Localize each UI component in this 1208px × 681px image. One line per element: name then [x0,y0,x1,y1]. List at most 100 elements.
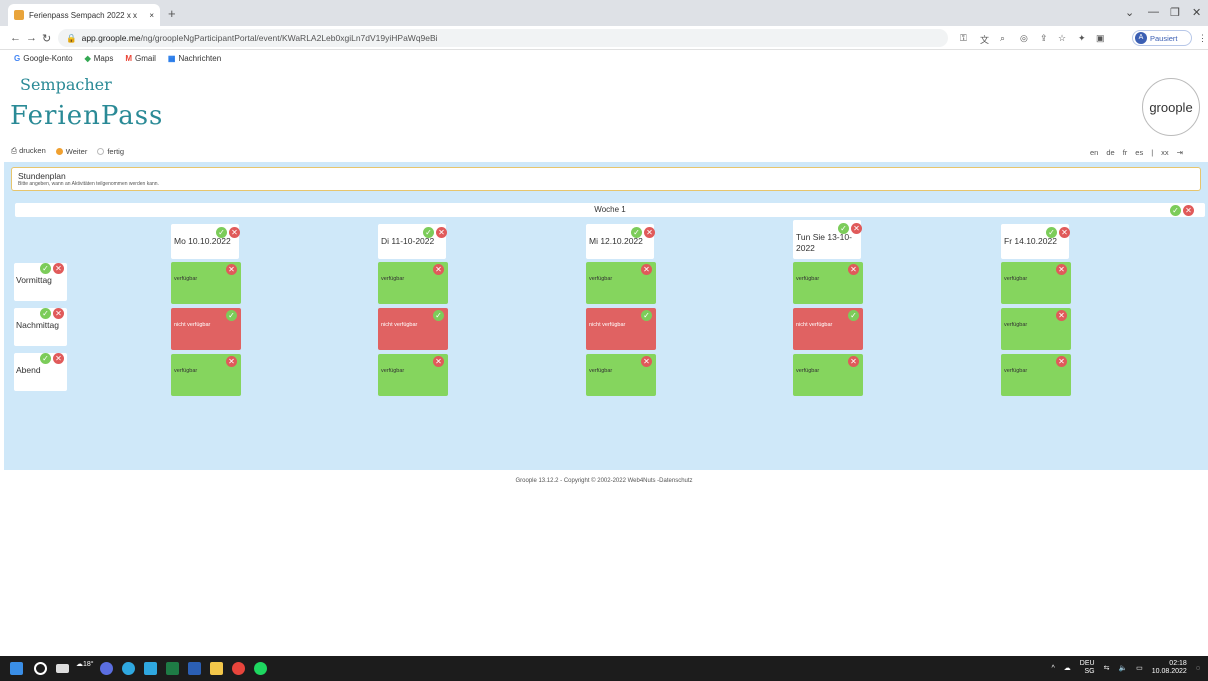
lang-fr[interactable]: fr [1123,148,1128,157]
tray-chevron-icon[interactable]: ^ [1051,665,1054,672]
menu-icon[interactable]: ⋮ [1198,33,1207,44]
slot-cell[interactable]: verfügbar ✕ [1001,262,1071,304]
cross-icon[interactable]: ✕ [433,356,444,367]
check-icon[interactable]: ✓ [226,310,237,321]
check-icon[interactable]: ✓ [848,310,859,321]
zoom-icon[interactable]: ⌕ [1000,33,1005,44]
profile-button[interactable]: A Pausiert [1132,30,1192,46]
bookmark-google[interactable]: G Google-Konto [14,54,73,63]
slot-cell[interactable]: verfügbar ✕ [378,262,448,304]
chrome-icon[interactable] [232,662,245,675]
cross-icon[interactable]: ✕ [1056,356,1067,367]
slot-cell[interactable]: verfügbar ✕ [171,354,241,396]
cross-icon[interactable]: ✕ [1056,310,1067,321]
cross-icon[interactable]: ✕ [848,264,859,275]
cross-icon[interactable]: ✕ [53,353,64,364]
minimize-icon[interactable]: — [1148,6,1159,18]
excel-icon[interactable] [166,662,179,675]
slot-cell[interactable]: nicht verfügbar ✓ [586,308,656,350]
check-icon[interactable]: ✓ [641,310,652,321]
lang-de[interactable]: de [1106,148,1114,157]
volume-icon[interactable]: 🔈 [1118,664,1127,672]
done-button[interactable]: fertig [97,147,124,156]
weather-icon[interactable]: ☁18° [76,660,94,668]
tab-list-icon[interactable]: ⌄ [1125,6,1134,19]
slot-cell[interactable]: verfügbar ✕ [1001,308,1071,350]
check-icon[interactable]: ✓ [631,227,642,238]
cross-icon[interactable]: ✕ [848,356,859,367]
key-icon[interactable]: ⚿ [960,33,967,44]
restore-icon[interactable]: ❐ [1170,6,1180,19]
check-icon[interactable]: ✓ [838,223,849,234]
cross-icon[interactable]: ✕ [641,356,652,367]
bookmark-star-icon[interactable]: ☆ [1058,33,1066,44]
input-language[interactable]: DEU SG [1080,660,1095,676]
bookmark-maps[interactable]: ◆ Maps [85,54,114,63]
outlook-icon[interactable] [144,662,157,675]
explorer-icon[interactable] [210,662,223,675]
extensions-icon[interactable]: ✦ [1078,33,1086,44]
check-icon[interactable]: ✓ [433,310,444,321]
battery-icon[interactable]: ▭ [1136,664,1143,672]
forward-icon[interactable]: → [26,32,37,44]
search-icon[interactable] [34,662,47,675]
url-bar[interactable]: 🔒 app.groople.me /ng/groopleNgParticipan… [58,29,948,47]
cross-icon[interactable]: ✕ [53,263,64,274]
cross-icon[interactable]: ✕ [1056,264,1067,275]
week-all-unavailable-icon[interactable]: ✕ [1183,205,1194,216]
check-icon[interactable]: ✓ [40,263,51,274]
close-window-icon[interactable]: ✕ [1192,6,1201,19]
close-tab-icon[interactable]: × [149,11,154,20]
slot-cell[interactable]: verfügbar ✕ [793,354,863,396]
spotify-icon[interactable] [254,662,267,675]
notification-icon[interactable]: ◌ [1196,665,1200,672]
bookmark-nachrichten[interactable]: ▦ Nachrichten [168,54,221,63]
network-icon[interactable]: ⇆ [1104,664,1110,672]
slot-cell[interactable]: verfügbar ✕ [586,354,656,396]
slot-cell[interactable]: verfügbar ✕ [171,262,241,304]
cloud-icon[interactable]: ☁ [1064,664,1071,672]
cross-icon[interactable]: ✕ [641,264,652,275]
taskview-icon[interactable] [56,664,69,673]
check-icon[interactable]: ✓ [423,227,434,238]
check-icon[interactable]: ✓ [1046,227,1057,238]
cross-icon[interactable]: ✕ [226,264,237,275]
next-button[interactable]: Weiter [55,147,87,156]
check-icon[interactable]: ✓ [40,353,51,364]
translate-icon[interactable]: 文 [980,33,989,46]
slot-cell[interactable]: verfügbar ✕ [1001,354,1071,396]
week-all-available-icon[interactable]: ✓ [1170,205,1181,216]
reload-icon[interactable]: ↻ [42,32,51,45]
browser-tab[interactable]: Ferienpass Sempach 2022 x x × [8,4,160,26]
bookmark-gmail[interactable]: M Gmail [125,54,156,63]
slot-cell[interactable]: nicht verfügbar ✓ [378,308,448,350]
cross-icon[interactable]: ✕ [229,227,240,238]
cross-icon[interactable]: ✕ [433,264,444,275]
print-button[interactable]: ⎙ drucken [11,146,46,156]
slot-cell[interactable]: verfügbar ✕ [378,354,448,396]
slot-cell[interactable]: verfügbar ✕ [586,262,656,304]
lang-en[interactable]: en [1090,148,1098,157]
start-icon[interactable] [10,662,23,675]
share-icon[interactable]: ⇪ [1040,33,1048,44]
cross-icon[interactable]: ✕ [53,308,64,319]
edge-icon[interactable] [122,662,135,675]
cross-icon[interactable]: ✕ [851,223,862,234]
meet-icon[interactable] [100,662,113,675]
clock[interactable]: 02:18 10.08.2022 [1152,660,1187,676]
cross-icon[interactable]: ✕ [644,227,655,238]
logout-icon[interactable]: ⇥ [1177,148,1183,157]
slot-cell[interactable]: nicht verfügbar ✓ [171,308,241,350]
check-icon[interactable]: ✓ [216,227,227,238]
cross-icon[interactable]: ✕ [1059,227,1070,238]
cross-icon[interactable]: ✕ [226,356,237,367]
word-icon[interactable] [188,662,201,675]
new-tab-icon[interactable]: + [168,6,176,21]
check-icon[interactable]: ✓ [40,308,51,319]
lang-es[interactable]: es [1135,148,1143,157]
tracking-icon[interactable]: ◎ [1020,33,1028,44]
sidepanel-icon[interactable]: ▣ [1096,33,1105,44]
slot-cell[interactable]: nicht verfügbar ✓ [793,308,863,350]
back-icon[interactable]: ← [10,32,21,44]
slot-cell[interactable]: verfügbar ✕ [793,262,863,304]
